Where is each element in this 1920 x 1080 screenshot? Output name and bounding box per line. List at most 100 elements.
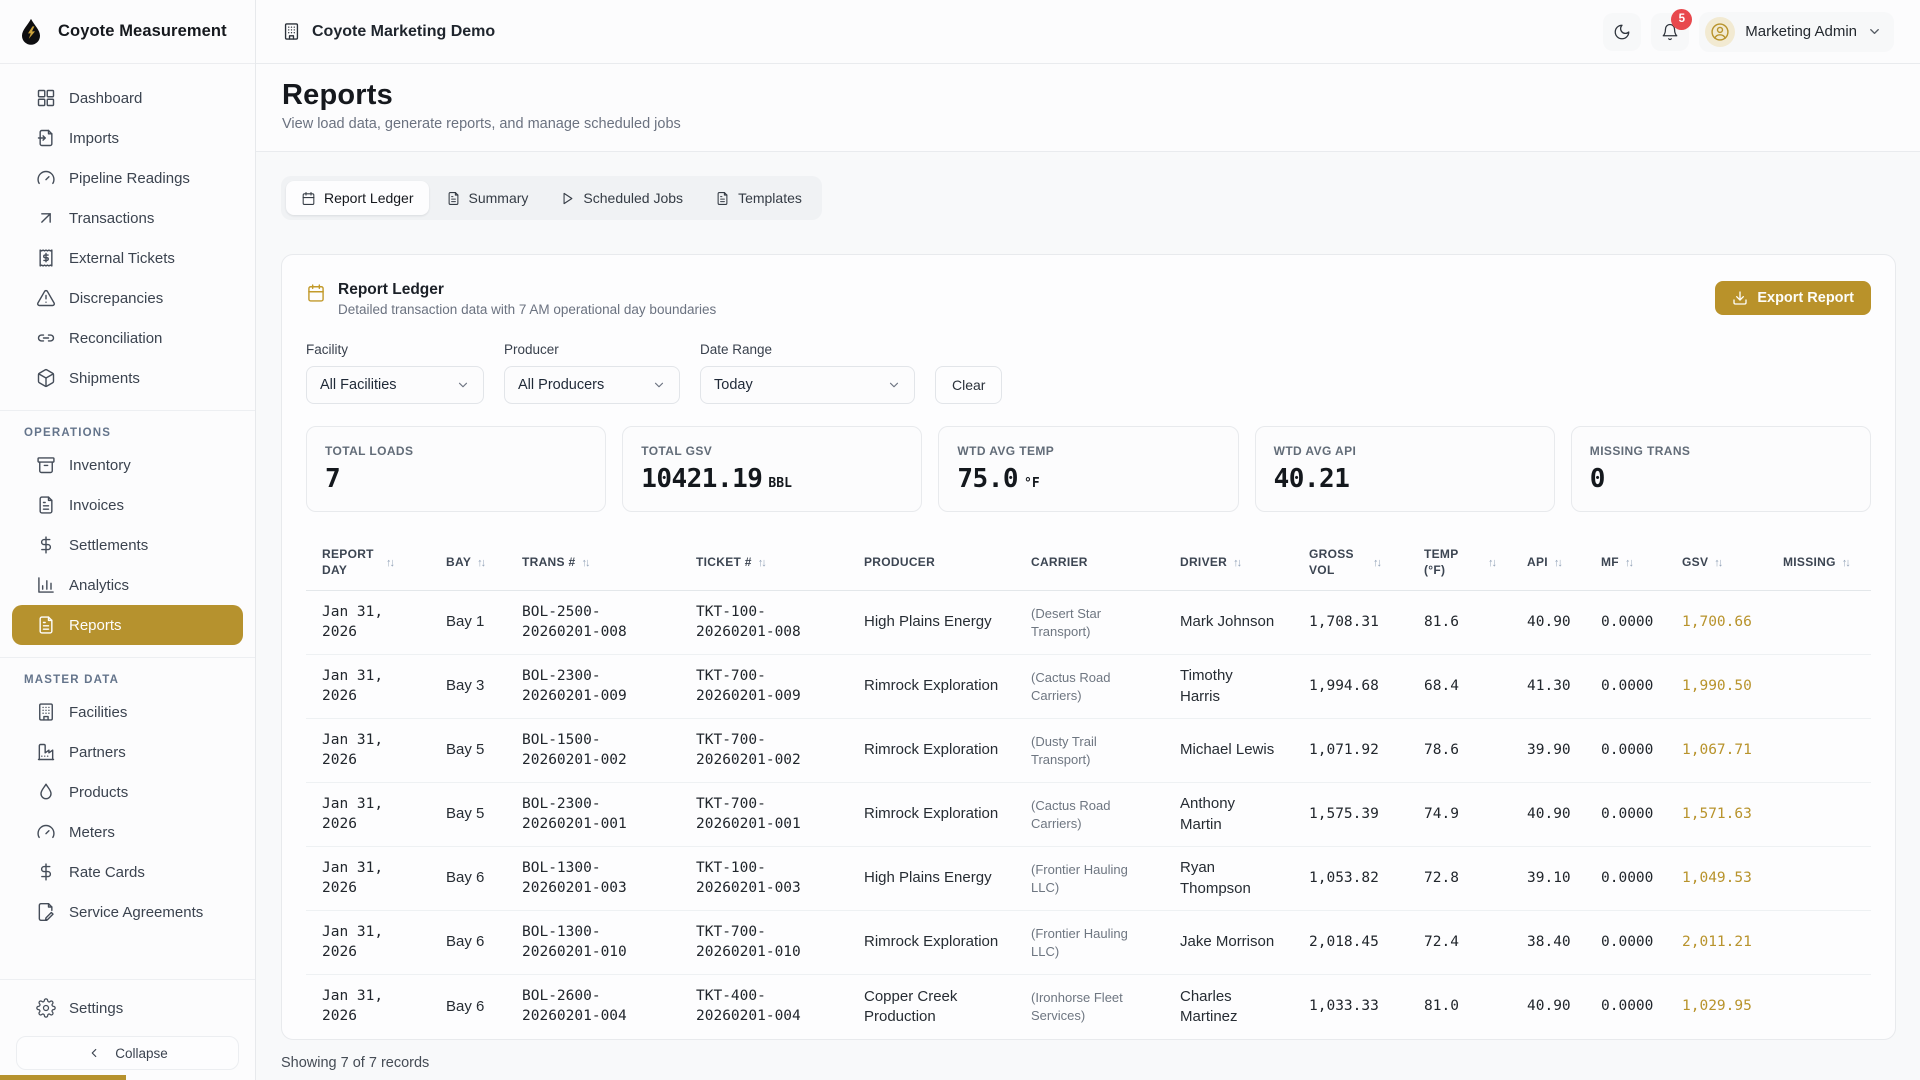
sort-icon[interactable]: ↑↓ <box>1714 557 1721 569</box>
play-icon <box>560 191 575 206</box>
filter-select[interactable]: Today <box>700 366 915 404</box>
cell-gross-vol: 1,053.82 <box>1293 847 1408 910</box>
column-header[interactable]: TICKET # ↑↓ <box>680 536 848 590</box>
user-menu[interactable]: Marketing Admin <box>1699 12 1894 52</box>
sort-icon[interactable]: ↑↓ <box>581 557 588 569</box>
sort-icon[interactable]: ↑↓ <box>1842 557 1849 569</box>
tab[interactable]: Scheduled Jobs <box>545 181 698 215</box>
table-row[interactable]: Jan 31, 2026 Bay 1 BOL-2500-20260201-008… <box>306 591 1871 655</box>
table-row[interactable]: Jan 31, 2026 Bay 6 BOL-1300-20260201-010… <box>306 911 1871 975</box>
calendar-icon <box>306 283 326 303</box>
sort-icon[interactable]: ↑↓ <box>1233 557 1240 569</box>
table-row[interactable]: Jan 31, 2026 Bay 5 BOL-2300-20260201-001… <box>306 783 1871 847</box>
card-title: Report Ledger <box>338 281 716 299</box>
sidebar-item[interactable]: Rate Cards <box>12 852 243 892</box>
sidebar-item[interactable]: Reconciliation <box>12 318 243 358</box>
sidebar-item[interactable]: Meters <box>12 812 243 852</box>
tab-bar: Report Ledger Summary Scheduled Jobs <box>281 176 822 220</box>
chevron-down-icon <box>652 378 666 392</box>
cell-gsv: 1,700.66 <box>1666 591 1767 654</box>
sort-icon[interactable]: ↑↓ <box>386 557 393 569</box>
column-header[interactable]: PRODUCER <box>848 536 1015 590</box>
tab[interactable]: Templates <box>700 181 817 215</box>
sidebar-item[interactable]: Dashboard <box>12 78 243 118</box>
cell-temp: 72.4 <box>1408 911 1511 974</box>
column-header[interactable]: MF ↑↓ <box>1585 536 1666 590</box>
filter-group: Date Range Today <box>700 342 915 404</box>
column-header[interactable]: REPORT DAY ↑↓ <box>306 536 430 590</box>
sort-icon[interactable]: ↑↓ <box>1554 557 1561 569</box>
filter-select[interactable]: All Producers <box>504 366 680 404</box>
table-row[interactable]: Jan 31, 2026 Bay 5 BOL-1500-20260201-002… <box>306 719 1871 783</box>
cell-driver: Mark Johnson <box>1164 591 1293 654</box>
tab[interactable]: Summary <box>431 181 544 215</box>
cell-bay: Bay 6 <box>430 847 506 910</box>
sidebar-item[interactable]: Settlements <box>12 525 243 565</box>
column-header[interactable]: API ↑↓ <box>1511 536 1585 590</box>
sidebar-item[interactable]: External Tickets <box>12 238 243 278</box>
cell-ticket: TKT-700-20260201-010 <box>680 911 848 974</box>
tab[interactable]: Report Ledger <box>286 181 429 215</box>
cell-bay: Bay 1 <box>430 591 506 654</box>
column-header[interactable]: TEMP (°F) ↑↓ <box>1408 536 1511 590</box>
sort-icon[interactable]: ↑↓ <box>477 557 484 569</box>
sort-icon[interactable]: ↑↓ <box>758 557 765 569</box>
sidebar-item[interactable]: Pipeline Readings <box>12 158 243 198</box>
sidebar-item[interactable]: Imports <box>12 118 243 158</box>
nav-section: Dashboard Imports Pipeline Readings <box>0 78 255 398</box>
column-header[interactable]: MISSING ↑↓ <box>1767 536 1871 590</box>
column-header[interactable]: DRIVER ↑↓ <box>1164 536 1293 590</box>
filter-select[interactable]: All Facilities <box>306 366 484 404</box>
sidebar-item[interactable]: Analytics <box>12 565 243 605</box>
sidebar-item[interactable]: Service Agreements <box>12 892 243 932</box>
clear-filters-button[interactable]: Clear <box>935 366 1002 404</box>
sort-icon[interactable]: ↑↓ <box>1625 557 1632 569</box>
table-row[interactable]: Jan 31, 2026 Bay 6 BOL-1300-20260201-003… <box>306 847 1871 911</box>
cell-api: 40.90 <box>1511 591 1585 654</box>
export-report-button[interactable]: Export Report <box>1715 281 1871 315</box>
sort-icon[interactable]: ↑↓ <box>1488 557 1495 569</box>
filter-group: Facility All Facilities <box>306 342 484 404</box>
cell-producer: Rimrock Exploration <box>848 655 1015 718</box>
sidebar-item[interactable]: Reports <box>12 605 243 645</box>
sort-icon[interactable]: ↑↓ <box>1373 557 1380 569</box>
cell-carrier: (Frontier Hauling LLC) <box>1015 911 1164 974</box>
workspace-switcher[interactable]: Coyote Marketing Demo <box>282 22 495 41</box>
column-header[interactable]: TRANS # ↑↓ <box>506 536 680 590</box>
sidebar-item[interactable]: Discrepancies <box>12 278 243 318</box>
cell-bay: Bay 6 <box>430 911 506 974</box>
sidebar-item[interactable]: Shipments <box>12 358 243 398</box>
column-header[interactable]: GSV ↑↓ <box>1666 536 1767 590</box>
sidebar-item[interactable]: Transactions <box>12 198 243 238</box>
cell-missing <box>1767 847 1871 910</box>
column-header[interactable]: BAY ↑↓ <box>430 536 506 590</box>
user-name: Marketing Admin <box>1745 23 1857 40</box>
notifications-button[interactable]: 5 <box>1651 13 1689 51</box>
table-row[interactable]: Jan 31, 2026 Bay 3 BOL-2300-20260201-009… <box>306 655 1871 719</box>
building-icon <box>36 702 56 722</box>
collapse-button[interactable]: Collapse <box>16 1036 239 1070</box>
dollar-icon <box>36 535 56 555</box>
theme-toggle-button[interactable] <box>1603 13 1641 51</box>
sidebar-item[interactable]: Inventory <box>12 445 243 485</box>
sidebar-item[interactable]: Partners <box>12 732 243 772</box>
cell-gross-vol: 1,071.92 <box>1293 719 1408 782</box>
cell-api: 39.10 <box>1511 847 1585 910</box>
column-header[interactable]: GROSS VOL ↑↓ <box>1293 536 1408 590</box>
sidebar-footer: Settings Collapse <box>0 967 255 1080</box>
sidebar-item[interactable]: Invoices <box>12 485 243 525</box>
chevron-down-icon <box>1867 24 1882 39</box>
sidebar-item[interactable]: Facilities <box>12 692 243 732</box>
sidebar-item[interactable]: Products <box>12 772 243 812</box>
table-row[interactable]: Jan 31, 2026 Bay 6 BOL-2600-20260201-004… <box>306 975 1871 1039</box>
sidebar-item-settings[interactable]: Settings <box>12 988 243 1028</box>
circle-user-icon <box>1710 22 1730 42</box>
filters-row: Facility All Facilities Producer Al <box>306 342 1871 404</box>
cell-mf: 0.0000 <box>1585 783 1666 846</box>
cell-trans: BOL-1300-20260201-010 <box>506 911 680 974</box>
cell-producer: Rimrock Exploration <box>848 719 1015 782</box>
column-header[interactable]: CARRIER <box>1015 536 1164 590</box>
app-root: Coyote Measurement Dashboard <box>0 0 1920 1080</box>
cell-temp: 78.6 <box>1408 719 1511 782</box>
cell-report-day: Jan 31, 2026 <box>306 655 430 718</box>
